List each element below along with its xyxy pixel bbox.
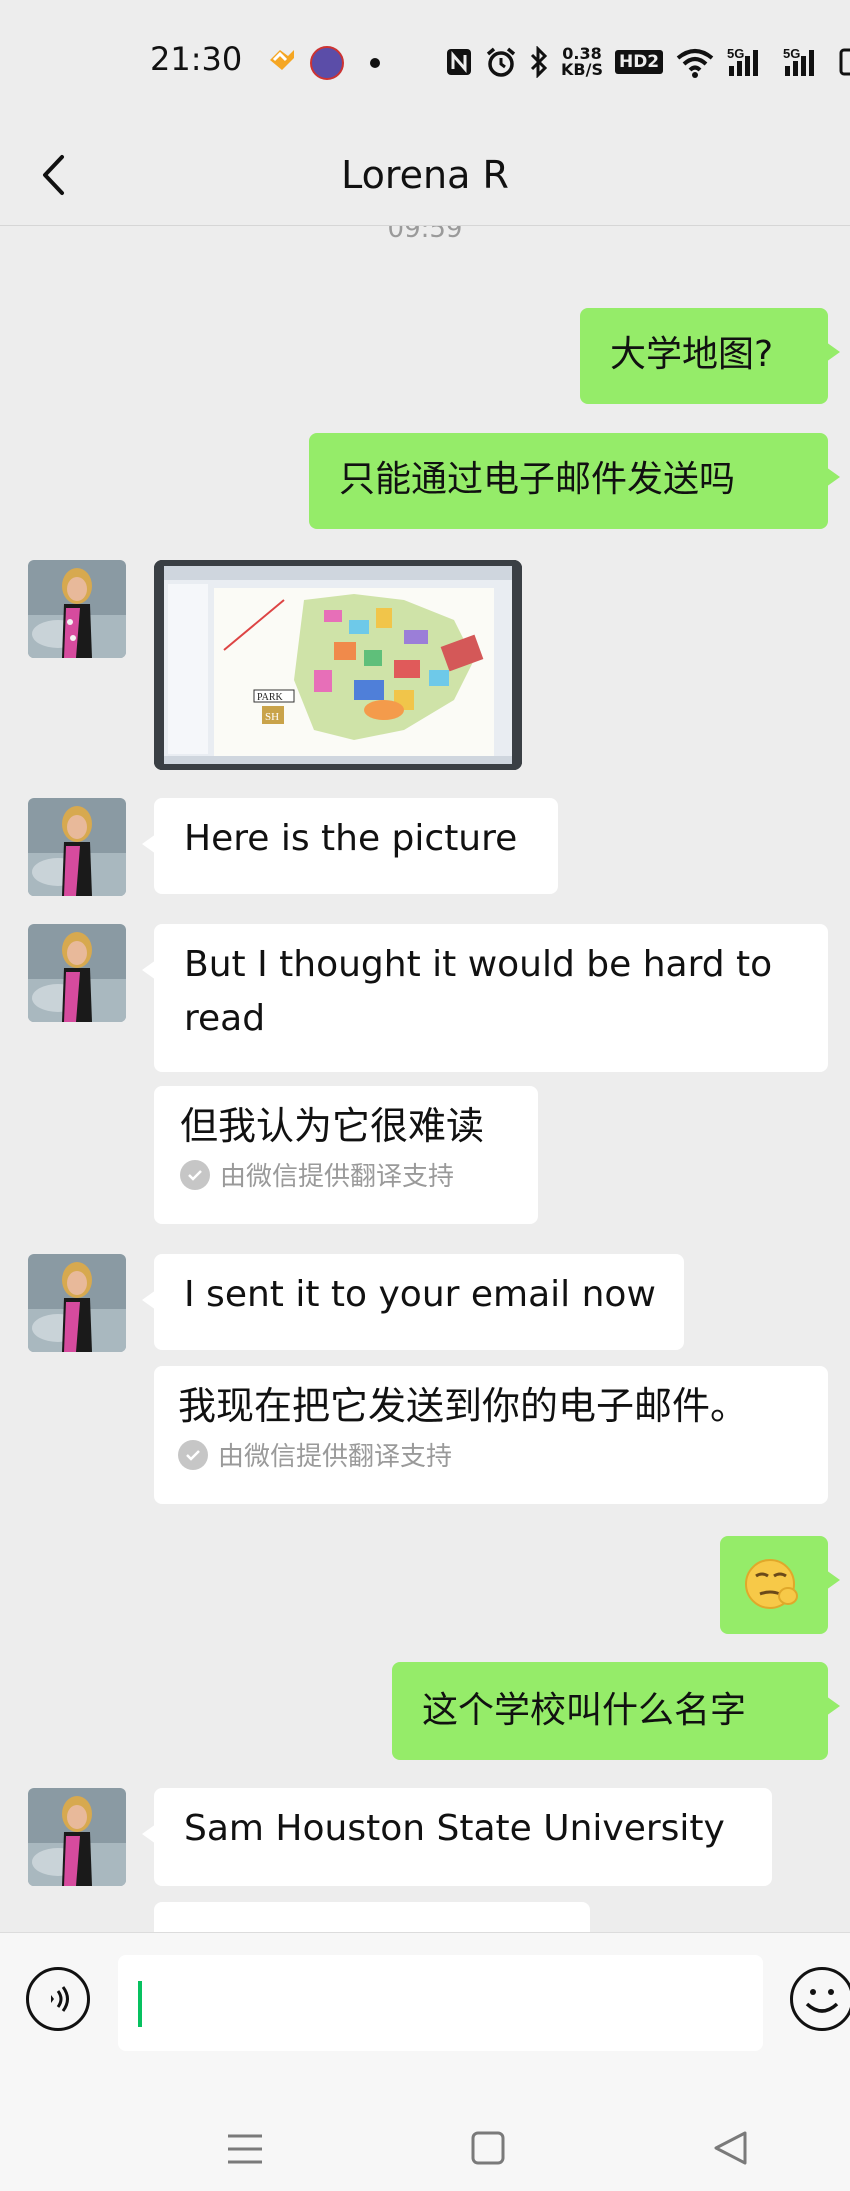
translation-note: 由微信提供翻译支持 — [178, 1436, 818, 1473]
translation-card[interactable]: 我现在把它发送到你的电子邮件。 由微信提供翻译支持 — [154, 1366, 828, 1504]
bluetooth-icon — [530, 46, 548, 78]
message-input[interactable] — [118, 1955, 763, 2051]
signal-sim1-icon: 5G — [727, 46, 759, 76]
voice-icon — [51, 1986, 69, 2012]
system-navigation-bar — [0, 2130, 850, 2190]
network-speed: 0.38 KB/S — [561, 44, 603, 79]
hd-voice-badge: HD2 — [614, 50, 664, 74]
translation-text: 但我认为它很难读 — [180, 1104, 485, 1148]
translation-text: 我现在把它发送到你的电子邮件。 — [178, 1384, 749, 1428]
status-icons: 0.38 KB/S HD2 5G 5G — [445, 42, 850, 82]
voice-button[interactable] — [26, 1967, 90, 2031]
contact-avatar[interactable] — [28, 798, 126, 896]
status-bar: 21:30 0.38 KB/S HD2 5G 5G — [0, 0, 850, 125]
translation-provider: 由微信提供翻译支持 — [218, 1442, 453, 1472]
translation-card[interactable]: 但我认为它很难读 由微信提供翻译支持 — [154, 1086, 538, 1224]
notification-dot-icon — [370, 58, 380, 68]
battery-icon — [839, 48, 850, 76]
incoming-message[interactable]: Here is the picture — [142, 798, 558, 894]
map-sign-text: PARK — [257, 692, 284, 703]
status-time: 21:30 — [150, 40, 243, 78]
wifi-icon — [676, 49, 714, 78]
incoming-message[interactable]: I sent it to your email now — [142, 1254, 684, 1350]
sim1-label: 5G — [727, 46, 744, 61]
incoming-message[interactable]: Sam Houston State University — [142, 1788, 772, 1886]
contact-avatar[interactable] — [28, 1254, 126, 1352]
contact-name: Lorena R — [341, 153, 509, 197]
nfc-icon — [447, 49, 471, 75]
outgoing-message[interactable]: 只能通过电子邮件发送吗 — [309, 433, 840, 529]
translation-card[interactable] — [154, 1902, 590, 1932]
app-badge-icon — [310, 46, 344, 80]
home-icon[interactable] — [470, 2130, 506, 2166]
recents-menu-icon[interactable] — [226, 2130, 264, 2168]
svg-text:SH: SH — [265, 711, 279, 723]
sim2-label: 5G — [783, 46, 800, 61]
message-list[interactable]: 09:59 大学地图? 只能通过电子邮件发送吗 PARK SH Here is … — [0, 226, 850, 1932]
contact-avatar[interactable] — [28, 1788, 126, 1886]
text-cursor — [138, 1981, 142, 2027]
outgoing-message[interactable]: 大学地图? — [580, 308, 840, 404]
translation-note: 由微信提供翻译支持 — [180, 1156, 512, 1193]
alarm-icon — [486, 47, 516, 77]
check-icon — [178, 1439, 208, 1470]
map-photo[interactable]: PARK SH — [154, 560, 522, 770]
outgoing-message[interactable]: 这个学校叫什么名字 — [392, 1662, 840, 1760]
contact-avatar[interactable] — [28, 560, 126, 658]
contact-avatar[interactable] — [28, 924, 126, 1022]
smiley-icon — [805, 1989, 839, 2013]
emoji-button[interactable] — [790, 1967, 850, 2031]
translation-provider: 由微信提供翻译支持 — [220, 1162, 455, 1192]
chat-header: Lorena R — [0, 125, 850, 226]
incoming-message[interactable]: But I thought it would be hard to read — [142, 924, 828, 1072]
smirk-emoji-icon — [745, 1559, 798, 1609]
message-timestamp: 09:59 — [387, 226, 463, 244]
check-icon — [180, 1159, 210, 1190]
outgoing-emoji-message[interactable] — [720, 1536, 840, 1634]
app-notification-icon — [266, 46, 298, 74]
signal-sim2-icon: 5G — [783, 46, 815, 76]
system-back-icon[interactable] — [712, 2130, 748, 2166]
